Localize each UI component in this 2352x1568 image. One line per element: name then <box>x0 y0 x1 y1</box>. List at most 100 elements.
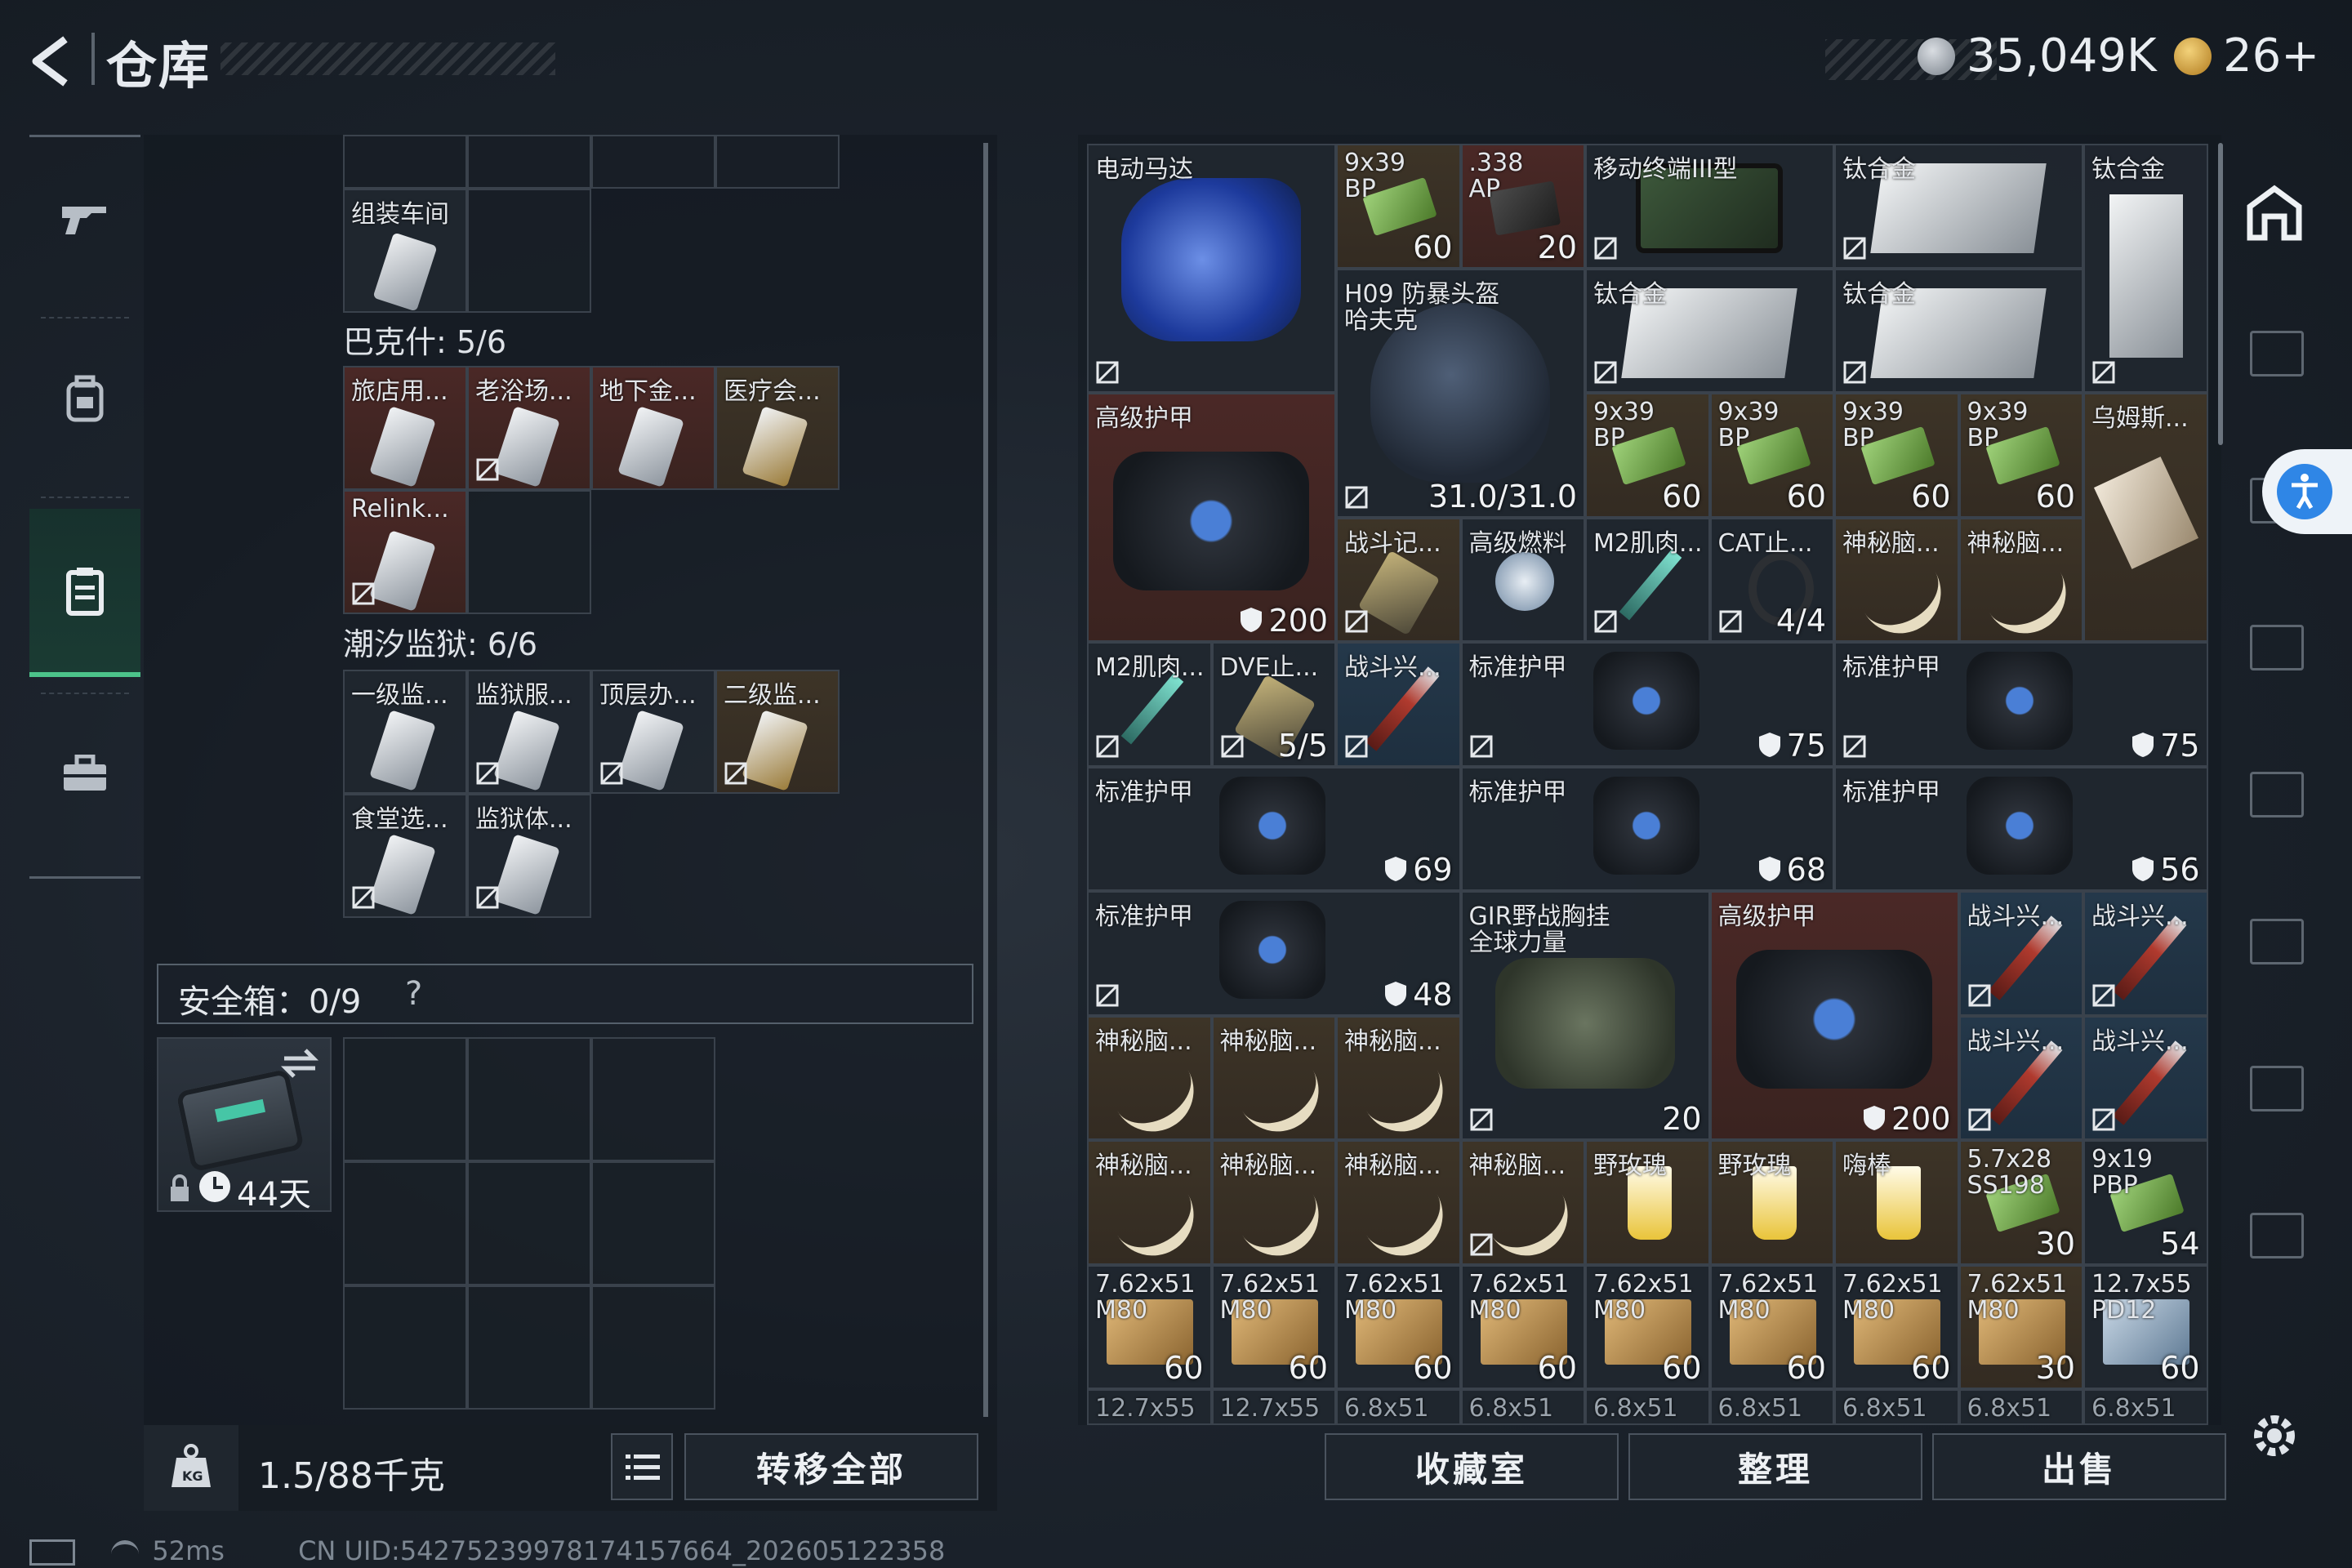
item-brain6[interactable]: 神秘脑... <box>1087 1140 1212 1265</box>
sort-button[interactable]: 整理 <box>1628 1433 1922 1500</box>
inventory-item-partial[interactable]: 6.8x51 <box>1336 1389 1461 1425</box>
safe-slot[interactable] <box>591 1285 715 1410</box>
safe-slot[interactable] <box>467 1161 591 1285</box>
safe-box-item[interactable]: 44天 <box>157 1037 332 1212</box>
key-slot[interactable] <box>343 135 467 189</box>
safe-slot[interactable] <box>343 1161 467 1285</box>
accessibility-button[interactable] <box>2262 449 2352 534</box>
item-m80e[interactable]: 7.62x51 M80 60 <box>1585 1264 1710 1389</box>
item-b4[interactable]: 9x39 BP 60 <box>1958 393 2083 518</box>
safe-slot[interactable] <box>467 1285 591 1410</box>
tab-equipment[interactable] <box>29 693 140 856</box>
item-std4[interactable]: 标准护甲 68 <box>1460 766 1834 891</box>
key-slot[interactable]: 一级监... <box>343 670 467 794</box>
item-combat1[interactable]: 战斗记... <box>1336 517 1461 642</box>
key-slot[interactable]: 食堂选... <box>343 794 467 918</box>
container-tab-icon[interactable] <box>2250 919 2304 964</box>
key-slot[interactable] <box>467 189 591 313</box>
item-m80h[interactable]: 7.62x51 M80 30 <box>1958 1264 2083 1389</box>
list-view-button[interactable] <box>611 1433 673 1500</box>
item-gir[interactable]: GIR野战胸挂 全球力量 20 <box>1460 891 1710 1140</box>
item-b2[interactable]: 9x39 BP 60 <box>1709 393 1834 518</box>
help-icon[interactable]: ? <box>405 975 422 1013</box>
item-ss[interactable]: 5.7x28 SS198 30 <box>1958 1140 2083 1265</box>
key-slot[interactable] <box>715 135 840 189</box>
item-b1[interactable]: 9x39 BP 60 <box>1585 393 1710 518</box>
item-ti3[interactable]: 钛合金 <box>1585 268 1834 393</box>
key-slot[interactable]: 地下金... <box>591 366 715 490</box>
item-fight4[interactable]: 战斗兴... <box>1958 1015 2083 1140</box>
item-fight3[interactable]: 战斗兴... <box>2083 891 2208 1016</box>
collection-room-button[interactable]: 收藏室 <box>1325 1433 1619 1500</box>
item-pd12[interactable]: 12.7x55 PD12 60 <box>2083 1264 2208 1389</box>
tab-storage[interactable] <box>29 509 140 677</box>
item-m80a[interactable]: 7.62x51 M80 60 <box>1087 1264 1212 1389</box>
item-ti2[interactable]: 钛合金 <box>2083 144 2208 393</box>
item-m80g[interactable]: 7.62x51 M80 60 <box>1834 1264 1959 1389</box>
item-std2[interactable]: 标准护甲 75 <box>1834 642 2208 767</box>
safe-slot[interactable] <box>343 1285 467 1410</box>
item-std3[interactable]: 标准护甲 69 <box>1087 766 1461 891</box>
transfer-all-button[interactable]: 转移全部 <box>684 1433 978 1500</box>
container-tab-icon[interactable] <box>2250 331 2304 376</box>
item-ums[interactable]: 乌姆斯... <box>2083 393 2208 642</box>
safe-slot[interactable] <box>591 1161 715 1285</box>
item-m80b[interactable]: 7.62x51 M80 60 <box>1211 1264 1336 1389</box>
inventory-item-partial[interactable]: 6.8x51 <box>2083 1389 2208 1425</box>
inventory-item-partial[interactable]: 6.8x51 <box>1834 1389 1959 1425</box>
key-slot-assembly[interactable]: 组装车间 <box>343 189 467 313</box>
item-m80c[interactable]: 7.62x51 M80 60 <box>1336 1264 1461 1389</box>
item-m80d[interactable]: 7.62x51 M80 60 <box>1460 1264 1585 1389</box>
key-slot[interactable] <box>467 135 591 189</box>
item-fuel[interactable]: 高级燃料 <box>1460 517 1585 642</box>
item-std6[interactable]: 标准护甲 48 <box>1087 891 1461 1016</box>
item-rose1[interactable]: 野玫瑰 <box>1585 1140 1710 1265</box>
sell-button[interactable]: 出售 <box>1932 1433 2226 1500</box>
item-brain8[interactable]: 神秘脑... <box>1336 1140 1461 1265</box>
inventory-item-partial[interactable]: 6.8x51 <box>1958 1389 2083 1425</box>
inventory-item-partial[interactable]: 6.8x51 <box>1460 1389 1585 1425</box>
safe-slot[interactable] <box>343 1037 467 1161</box>
back-arrow-icon[interactable] <box>24 33 82 90</box>
container-tab-icon[interactable] <box>2250 772 2304 817</box>
key-slot[interactable]: 监狱服... <box>467 670 591 794</box>
item-ti4[interactable]: 钛合金 <box>1834 268 2083 393</box>
item-pbp[interactable]: 9x19 PBP 54 <box>2083 1140 2208 1265</box>
item-brain1[interactable]: 神秘脑... <box>1834 517 1959 642</box>
key-slot[interactable] <box>591 135 715 189</box>
item-ammo338[interactable]: .338 AP 20 <box>1460 144 1585 269</box>
key-slot[interactable]: 老浴场... <box>467 366 591 490</box>
item-brain2[interactable]: 神秘脑... <box>1958 517 2083 642</box>
tab-weapons[interactable] <box>29 137 140 301</box>
swap-icon[interactable] <box>281 1047 318 1080</box>
item-m2a[interactable]: M2肌肉... <box>1585 517 1710 642</box>
warehouse-icon[interactable] <box>2245 184 2304 243</box>
item-armor1[interactable]: 高级护甲 200 <box>1087 393 1336 642</box>
item-brain9[interactable]: 神秘脑... <box>1460 1140 1585 1265</box>
key-slot[interactable]: 医疗会... <box>715 366 840 490</box>
item-brain7[interactable]: 神秘脑... <box>1211 1140 1336 1265</box>
inventory-item-partial[interactable]: 6.8x51 <box>1709 1389 1834 1425</box>
item-helmet[interactable]: H09 防暴头盔 哈夫克 31.0/31.0 <box>1336 268 1585 518</box>
key-slot[interactable] <box>467 490 591 614</box>
item-terminal[interactable]: 移动终端III型 <box>1585 144 1834 269</box>
item-std5[interactable]: 标准护甲 56 <box>1834 766 2208 891</box>
key-slot[interactable]: Relink... <box>343 490 467 614</box>
item-cat[interactable]: CAT止... 4/4 <box>1709 517 1834 642</box>
currency-display[interactable]: 35,049K <box>1918 29 2157 82</box>
safe-slot[interactable] <box>467 1037 591 1161</box>
item-brain4[interactable]: 神秘脑... <box>1211 1015 1336 1140</box>
item-fight5[interactable]: 战斗兴... <box>2083 1015 2208 1140</box>
safe-slot[interactable] <box>591 1037 715 1161</box>
item-armor2[interactable]: 高级护甲 200 <box>1709 891 1959 1140</box>
item-hai[interactable]: 嗨棒 <box>1834 1140 1959 1265</box>
item-brain3[interactable]: 神秘脑... <box>1087 1015 1212 1140</box>
settings-gear-icon[interactable] <box>2247 1409 2301 1463</box>
key-slot[interactable]: 旅店用... <box>343 366 467 490</box>
left-scrollbar[interactable] <box>983 143 988 1417</box>
container-tab-icon[interactable] <box>2250 1213 2304 1258</box>
inventory-item-partial[interactable]: 6.8x51 <box>1585 1389 1710 1425</box>
inventory-item-partial[interactable]: 12.7x55 <box>1211 1389 1336 1425</box>
item-b3[interactable]: 9x39 BP 60 <box>1834 393 1959 518</box>
item-rose2[interactable]: 野玫瑰 <box>1709 1140 1834 1265</box>
